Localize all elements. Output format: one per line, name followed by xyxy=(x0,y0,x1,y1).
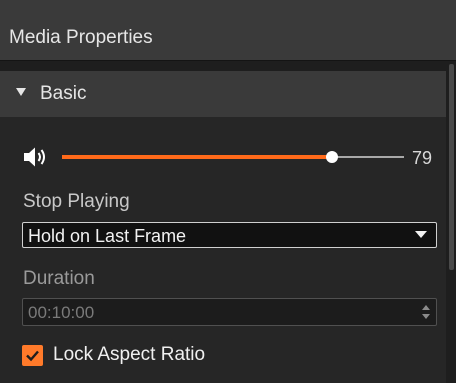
panel-title: Media Properties xyxy=(9,27,153,48)
duration-value: 00:10:00 xyxy=(28,303,95,322)
speaker-icon[interactable] xyxy=(22,144,48,175)
section-label[interactable]: Basic xyxy=(40,83,86,105)
stepper-up-icon[interactable] xyxy=(422,305,430,310)
volume-slider-handle[interactable] xyxy=(326,151,338,163)
scrollbar-thumb[interactable] xyxy=(449,64,454,270)
stop-playing-label: Stop Playing xyxy=(23,191,130,212)
volume-value: 79 xyxy=(412,148,433,168)
duration-label: Duration xyxy=(23,268,95,289)
stepper-down-icon[interactable] xyxy=(422,314,430,319)
stop-playing-dropdown[interactable]: Hold on Last Frame xyxy=(22,222,437,248)
stop-playing-selected-value: Hold on Last Frame xyxy=(28,226,187,246)
lock-aspect-ratio-checkbox[interactable] xyxy=(22,345,43,366)
duration-stepper[interactable] xyxy=(422,303,430,321)
chevron-down-icon[interactable] xyxy=(415,231,427,238)
lock-aspect-ratio-label[interactable]: Lock Aspect Ratio xyxy=(53,344,205,366)
expand-triangle-icon[interactable] xyxy=(16,88,26,96)
duration-input[interactable]: 00:10:00 xyxy=(22,298,437,326)
volume-slider-fill xyxy=(62,155,332,159)
media-properties-panel: Media Properties Basic 79 Stop Playing H… xyxy=(0,0,456,383)
checkmark-icon xyxy=(26,350,39,362)
volume-slider[interactable] xyxy=(62,146,404,168)
